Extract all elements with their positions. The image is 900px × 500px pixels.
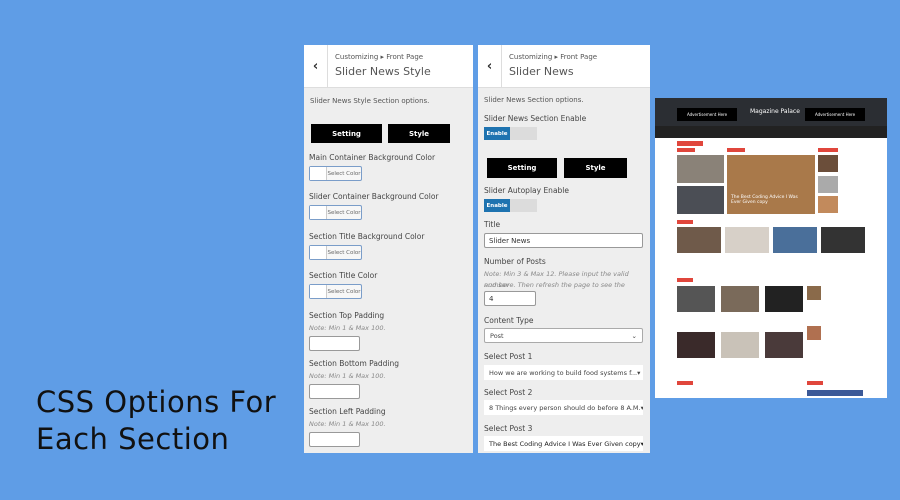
top-padding-note: Note: Min 1 & Max 100. <box>309 324 386 332</box>
post3-select[interactable]: The Best Coding Advice I Was Ever Given … <box>484 436 643 451</box>
toggle-label: Enable <box>484 127 510 140</box>
back-chevron-icon[interactable]: ‹ <box>478 45 502 88</box>
setting-button[interactable]: Setting <box>487 158 557 178</box>
select-value: How we are working to build food systems… <box>489 368 638 377</box>
settings-panel: ‹ Customizing ▸ Front Page Slider News S… <box>478 45 650 453</box>
section-description: Slider News Style Section options. <box>310 97 430 105</box>
breadcrumb: Customizing ▸ Front Page <box>509 53 598 61</box>
panel-title: Slider News Style <box>335 65 431 78</box>
headline-line-2: Each Section <box>36 422 230 456</box>
bottom-padding-input[interactable] <box>309 384 360 399</box>
posts-input[interactable]: 4 <box>484 291 536 306</box>
dropdown-arrow-icon: ▾ <box>640 439 643 448</box>
slider-bg-color-label: Slider Container Background Color <box>309 192 439 201</box>
post2-select[interactable]: 8 Things every person should do before 8… <box>484 400 643 415</box>
select-value: Post <box>490 331 504 340</box>
featured-title: The Best Coding Advice I Was Ever Given … <box>731 195 798 205</box>
title-input[interactable]: Slider News <box>484 233 643 248</box>
panel-header: ‹ Customizing ▸ Front Page Slider News <box>478 45 650 88</box>
panel-title: Slider News <box>509 65 574 78</box>
left-padding-input[interactable] <box>309 432 360 447</box>
breadcrumb: Customizing ▸ Front Page <box>335 53 424 61</box>
setting-button[interactable]: Setting <box>311 124 382 143</box>
posts-label: Number of Posts <box>484 257 546 266</box>
section-description: Slider News Section options. <box>484 96 584 104</box>
chevron-down-icon: ⌄ <box>631 331 637 340</box>
title-color-picker[interactable]: Select Color <box>309 284 362 299</box>
dropdown-arrow-icon: ▾ <box>637 368 641 377</box>
ad-banner-right: Advertisement Here <box>805 108 865 121</box>
slider-bg-color-picker[interactable]: Select Color <box>309 205 362 220</box>
select-value: 8 Things every person should do before 8… <box>489 403 641 412</box>
style-panel: ‹ Customizing ▸ Front Page Slider News S… <box>304 45 473 453</box>
style-button[interactable]: Style <box>564 158 627 178</box>
featured-slide: The Best Coding Advice I Was Ever Given … <box>727 155 815 214</box>
style-button[interactable]: Style <box>388 124 450 143</box>
site-title: Magazine Palace <box>750 108 800 115</box>
main-bg-color-picker[interactable]: Select Color <box>309 166 362 181</box>
toggle-label: Enable <box>484 199 510 212</box>
ad-banner-left: Advertisement Here <box>677 108 737 121</box>
title-bg-color-picker[interactable]: Select Color <box>309 245 362 260</box>
top-padding-label: Section Top Padding <box>309 311 385 320</box>
back-chevron-icon[interactable]: ‹ <box>304 45 328 88</box>
post2-label: Select Post 2 <box>484 388 533 397</box>
dropdown-arrow-icon: ▾ <box>640 403 643 412</box>
select-color-text: Select Color <box>327 170 361 177</box>
title-label: Title <box>484 220 501 229</box>
headline-line-1: CSS Options For <box>36 385 277 419</box>
autoplay-label: Slider Autoplay Enable <box>484 186 569 195</box>
select-color-text: Select Color <box>327 288 361 295</box>
left-padding-label: Section Left Padding <box>309 407 386 416</box>
title-bg-color-label: Section Title Background Color <box>309 232 425 241</box>
website-preview: Advertisement Here Magazine Palace Adver… <box>655 98 887 398</box>
bottom-padding-label: Section Bottom Padding <box>309 359 400 368</box>
enable-label: Slider News Section Enable <box>484 114 587 123</box>
title-color-label: Section Title Color <box>309 271 378 280</box>
select-value: The Best Coding Advice I Was Ever Given … <box>489 439 641 448</box>
content-type-label: Content Type <box>484 316 534 325</box>
content-type-select[interactable]: Post ⌄ <box>484 328 643 343</box>
autoplay-toggle[interactable]: Enable <box>484 199 537 212</box>
post1-label: Select Post 1 <box>484 352 533 361</box>
select-color-text: Select Color <box>327 209 361 216</box>
section-enable-toggle[interactable]: Enable <box>484 127 537 140</box>
bottom-padding-note: Note: Min 1 & Max 100. <box>309 372 386 380</box>
nav-bar <box>655 126 887 138</box>
select-color-text: Select Color <box>327 249 361 256</box>
main-bg-color-label: Main Container Background Color <box>309 153 436 162</box>
top-padding-input[interactable] <box>309 336 360 351</box>
preview-header: Advertisement Here Magazine Palace Adver… <box>655 98 887 138</box>
panel-header: ‹ Customizing ▸ Front Page Slider News S… <box>304 45 473 88</box>
post3-label: Select Post 3 <box>484 424 533 433</box>
left-padding-note: Note: Min 1 & Max 100. <box>309 420 386 428</box>
post1-select[interactable]: How we are working to build food systems… <box>484 365 643 380</box>
